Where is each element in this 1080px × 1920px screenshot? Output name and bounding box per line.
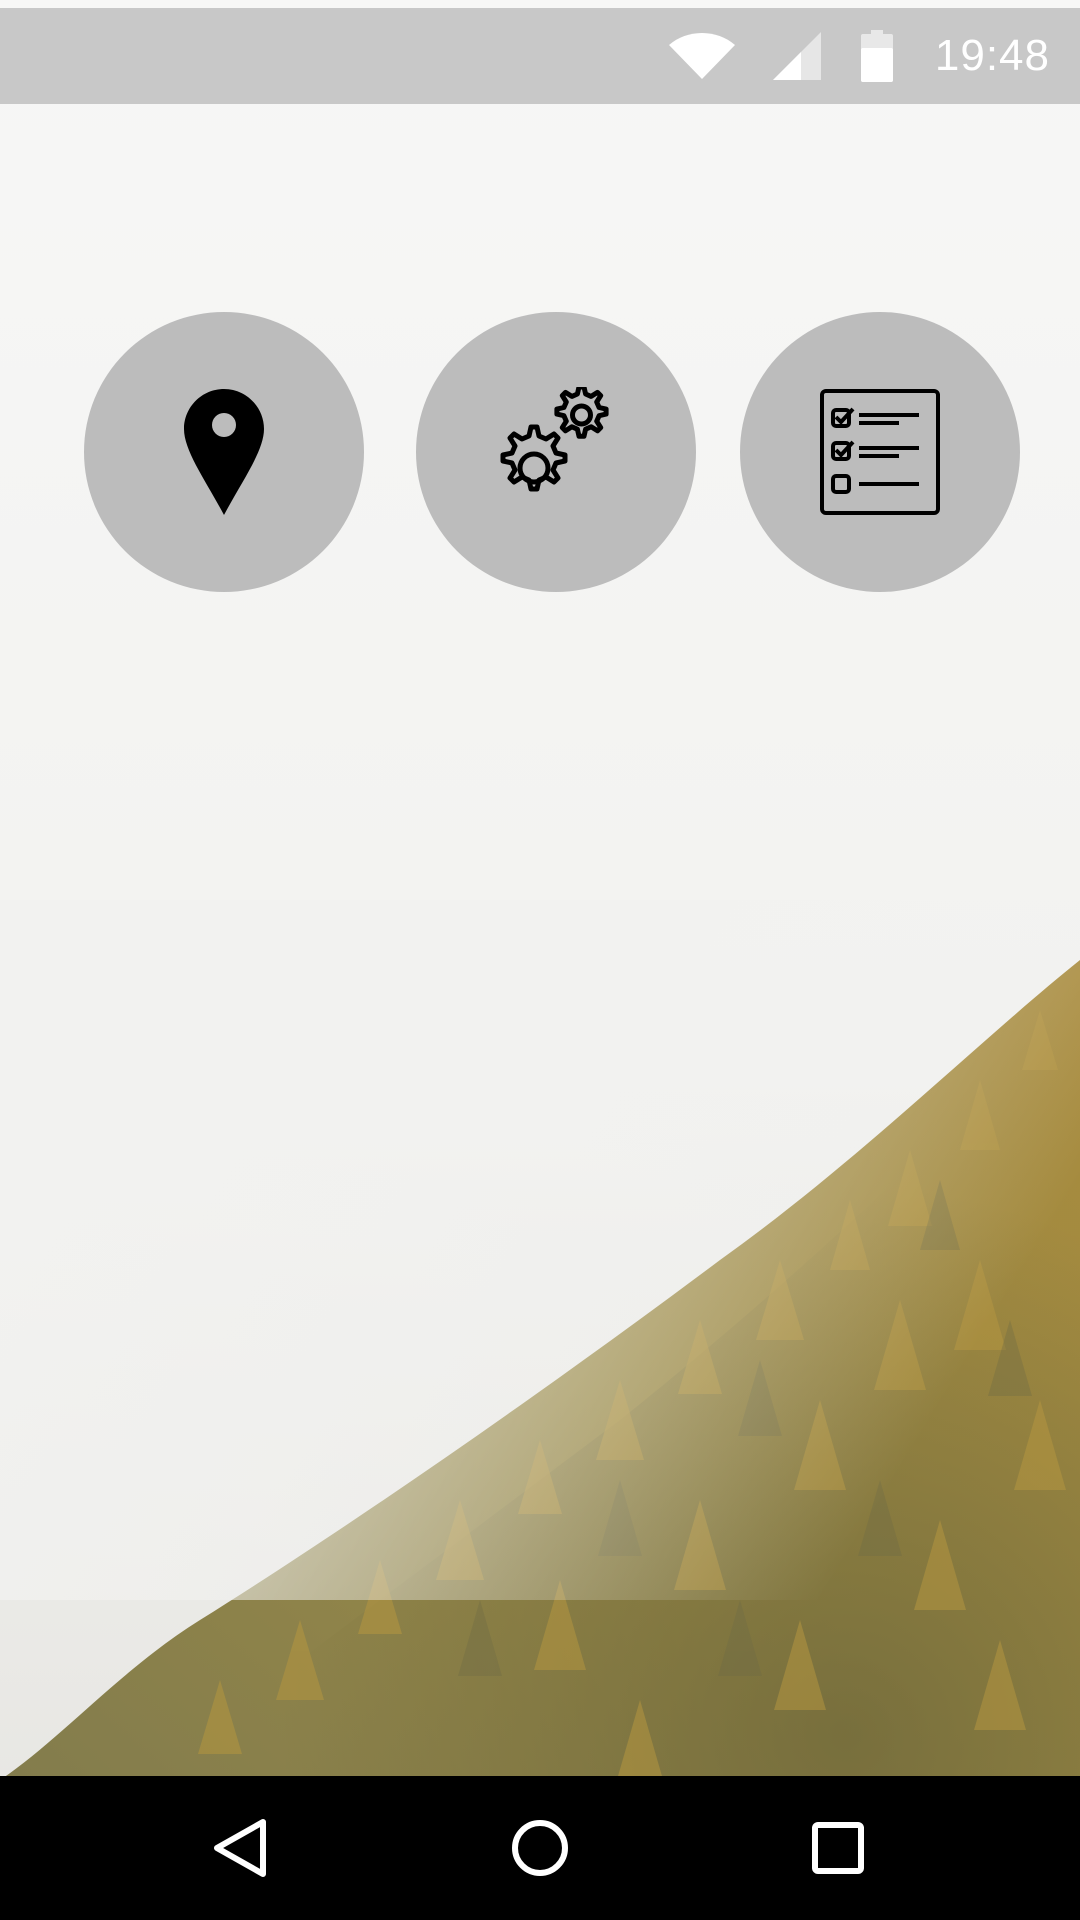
home-button[interactable] [460,1776,620,1920]
wifi-icon [668,33,735,79]
cell-signal-icon [772,32,821,80]
app-shortcut-row [0,312,1080,592]
status-bar: 19:48 [0,8,1080,104]
status-clock: 19:48 [934,31,1050,80]
location-pin-icon [184,389,264,515]
back-triangle-icon [214,1819,266,1877]
checklist-icon [820,389,940,515]
checklist-app-button[interactable] [740,312,1020,592]
back-button[interactable] [160,1776,320,1920]
home-screen: 19:48 [0,0,1080,1920]
location-app-button[interactable] [84,312,364,592]
foggy-forest-wallpaper [0,0,1080,1920]
navigation-bar [0,1776,1080,1920]
settings-app-button[interactable] [416,312,696,592]
status-icons: 19:48 [668,8,1050,104]
recents-square-icon [812,1822,864,1874]
recents-button[interactable] [758,1776,918,1920]
battery-icon [860,30,893,82]
gears-icon [500,387,609,492]
home-circle-icon [512,1820,568,1876]
